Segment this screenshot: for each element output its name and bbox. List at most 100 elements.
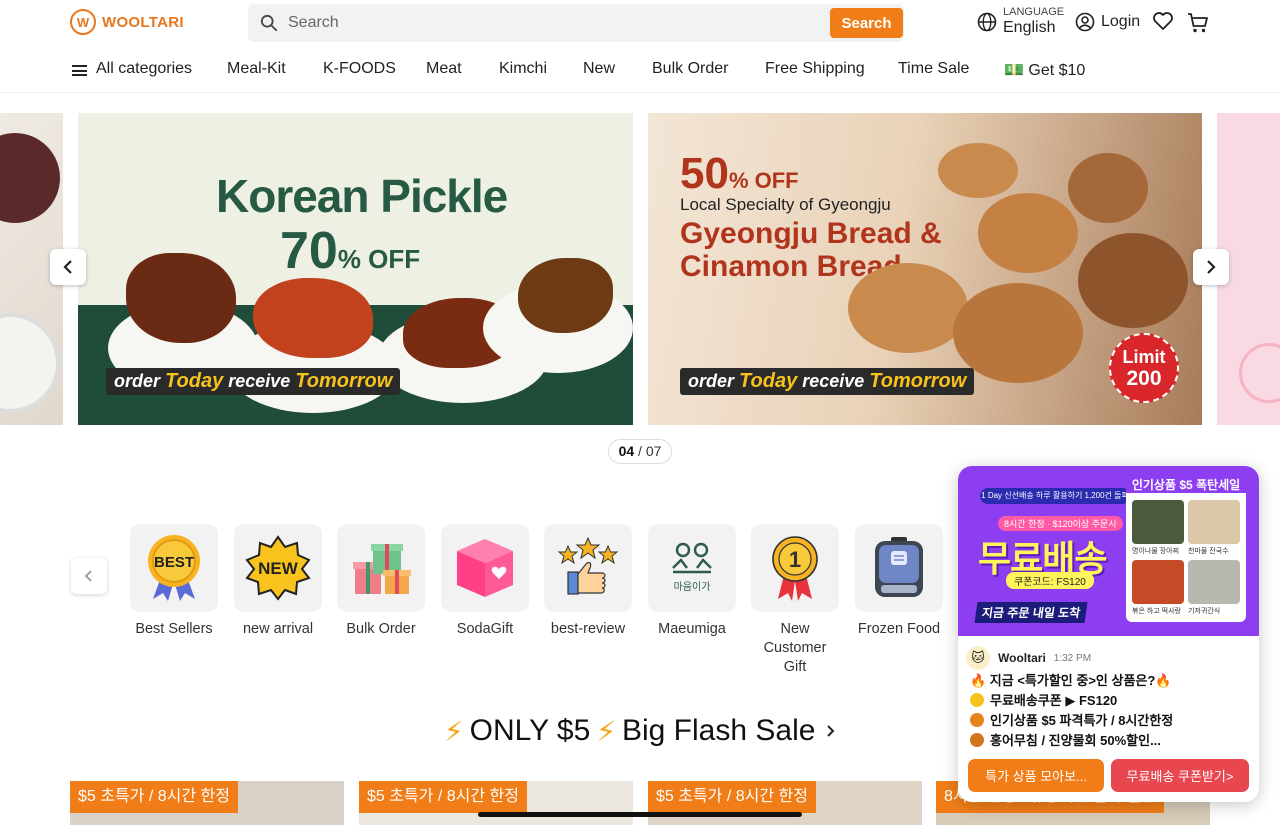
pickle-image: [518, 258, 613, 333]
search-input[interactable]: [288, 4, 868, 42]
svg-text:BEST: BEST: [154, 554, 194, 571]
category-label: Bulk Order: [346, 621, 416, 637]
banner-b-subtitle: Local Specialty of Gyeongju: [680, 195, 891, 214]
wishlist-heart-icon[interactable]: [1152, 11, 1174, 31]
banner-slide-gyeongju-bread[interactable]: 50% OFF Local Specialty of Gyeongju Gyeo…: [648, 113, 1202, 425]
chat-header: 🐱 Wooltari 1:32 PM: [966, 646, 1091, 670]
category-label: Frozen Food: [857, 621, 941, 637]
category-frozen-food[interactable]: Frozen Food: [855, 524, 943, 639]
chat-time: 1:32 PM: [1053, 652, 1092, 664]
language-value: English: [1003, 19, 1056, 36]
category-best-review[interactable]: best-review: [544, 524, 632, 639]
category-label: SodaGift: [456, 621, 514, 637]
carousel-pager: 04 / 07: [608, 439, 672, 464]
chevron-left-icon: [84, 570, 92, 582]
nav-meal-kit[interactable]: Meal-Kit: [227, 60, 286, 78]
thumbs-up-stars-icon: [557, 536, 619, 595]
gift-boxes-icon: [353, 544, 411, 594]
banner-carousel: Korean Pickle 70% OFF order Today receiv…: [0, 113, 1280, 425]
chat-message: 🔥 지금 <특가할인 중>인 상품은?🔥 무료배송쿠폰 ▶ FS120 인기상품…: [970, 671, 1250, 751]
chat-deals-button[interactable]: 특가 상품 모아보...: [968, 759, 1104, 792]
chat-line: 🔥 지금 <특가할인 중>인 상품은?🔥: [970, 673, 1172, 688]
freezer-icon: [875, 537, 923, 597]
user-icon: [1075, 12, 1095, 32]
carousel-next-button[interactable]: [1193, 249, 1229, 285]
red-bean-bowl-image: [0, 133, 60, 223]
category-new-arrival[interactable]: NEW new arrival: [234, 524, 322, 639]
login-label: Login: [1101, 13, 1141, 30]
category-best-sellers[interactable]: BEST Best Sellers: [130, 524, 218, 639]
category-new-customer-gift[interactable]: 1 New Customer Gift: [751, 524, 839, 677]
nav-kimchi[interactable]: Kimchi: [499, 60, 547, 78]
search-button[interactable]: Search: [830, 8, 903, 38]
wooltari-logo[interactable]: W WOOLTARI: [70, 9, 184, 35]
new-badge-icon: NEW: [245, 535, 311, 601]
category-sodagift[interactable]: SodaGift: [441, 524, 529, 639]
nav-meat[interactable]: Meat: [426, 60, 462, 78]
orange-dot-icon: [970, 733, 984, 747]
chat-sender: Wooltari: [998, 651, 1046, 665]
chat-line: 인기상품 $5 파격특가 / 8시간한정: [990, 713, 1174, 728]
product-badge: $5 초특가 / 8시간 한정: [359, 781, 527, 813]
banner-slide-korean-pickle[interactable]: Korean Pickle 70% OFF order Today receiv…: [78, 113, 633, 425]
promo-sub: 8시간 한정 · $120이상 주문시: [998, 516, 1123, 531]
category-label: Best Sellers: [135, 621, 213, 637]
product-thumb-label: 천마물 잔국수: [1188, 548, 1229, 555]
product-card[interactable]: $5 초특가 / 8시간 한정: [648, 781, 922, 825]
promo-order-today: 지금 주문 내일 도착: [974, 602, 1088, 623]
flash-sale-heading[interactable]: ⚡ ONLY $5 ⚡ Big Flash Sale: [444, 714, 837, 748]
svg-text:NEW: NEW: [258, 559, 299, 578]
product-thumb-label: 기저귀간식: [1188, 608, 1221, 615]
category-bulk-order[interactable]: Bulk Order: [337, 524, 425, 639]
logo-mark-icon: W: [70, 9, 96, 35]
chat-popup[interactable]: 1 Day 신선배송 하루 활용하기 1,200건 돌파 8시간 한정 · $1…: [958, 466, 1259, 802]
nav-all-categories[interactable]: All categories: [96, 60, 192, 78]
bread-image: [848, 263, 968, 353]
product-card[interactable]: $5 초특가 / 8시간 한정: [359, 781, 633, 825]
carousel-prev-button[interactable]: [50, 249, 86, 285]
product-badge: $5 초특가 / 8시간 한정: [648, 781, 816, 813]
chat-coupon-button[interactable]: 무료배송 쿠폰받기>: [1111, 759, 1249, 792]
chat-promo-banner[interactable]: 1 Day 신선배송 하루 활용하기 1,200건 돌파 8시간 한정 · $1…: [958, 466, 1259, 636]
cart-icon[interactable]: [1187, 12, 1209, 34]
product-thumb: [1132, 500, 1184, 544]
category-label: best-review: [550, 621, 626, 637]
orange-dot-icon: [970, 713, 984, 727]
maeumiga-logo-text: 마음이가: [674, 581, 711, 593]
first-medal-icon: 1: [772, 536, 818, 601]
maeumiga-logo-icon: 마음이가: [672, 542, 712, 593]
nav-new[interactable]: New: [583, 60, 615, 78]
pickle-image: [126, 253, 236, 343]
nav-k-foods[interactable]: K-FOODS: [323, 60, 396, 78]
chevron-left-icon: [63, 260, 72, 274]
product-card[interactable]: $5 초특가 / 8시간 한정: [70, 781, 344, 825]
categories-prev-button[interactable]: [71, 558, 107, 594]
logo-text: WOOLTARI: [102, 13, 184, 31]
nav-bulk-order[interactable]: Bulk Order: [652, 60, 728, 78]
category-label: Maeumiga: [658, 621, 726, 637]
category-label: New Customer Gift: [763, 621, 827, 675]
product-thumb: [1188, 560, 1240, 604]
category-maeumiga[interactable]: 마음이가 Maeumiga: [648, 524, 736, 639]
language-selector[interactable]: LANGUAGE English: [977, 6, 1064, 37]
search-icon: [260, 14, 278, 32]
product-thumb: [1132, 560, 1184, 604]
header: W WOOLTARI Search LANGUAGE English Login: [0, 0, 1280, 46]
nav-free-shipping[interactable]: Free Shipping: [765, 60, 865, 78]
login-button[interactable]: Login: [1075, 12, 1140, 32]
category-nav: All categories Meal-Kit K-FOODS Meat Kim…: [0, 46, 1280, 93]
flower-decoration: [1239, 343, 1280, 403]
nav-get-10[interactable]: 💵 Get $10: [1004, 60, 1085, 80]
home-indicator[interactable]: [478, 812, 802, 817]
best-badge-icon: BEST: [148, 535, 200, 601]
globe-icon: [977, 12, 997, 31]
category-label: new arrival: [242, 621, 314, 637]
hamburger-menu-icon[interactable]: [72, 65, 87, 76]
chat-line: 홍어무침 / 진양물회 50%할인...: [990, 733, 1161, 748]
nav-time-sale[interactable]: Time Sale: [898, 60, 969, 78]
promo-coupon-code: 쿠폰코드: FS120: [1006, 572, 1094, 589]
chat-line: 무료배송쿠폰 ▶ FS120: [990, 693, 1118, 708]
lightning-icon: ⚡: [444, 715, 464, 747]
flash-sale-title-part2: Big Flash Sale: [621, 714, 816, 747]
limit-badge: Limit 200: [1109, 333, 1179, 403]
